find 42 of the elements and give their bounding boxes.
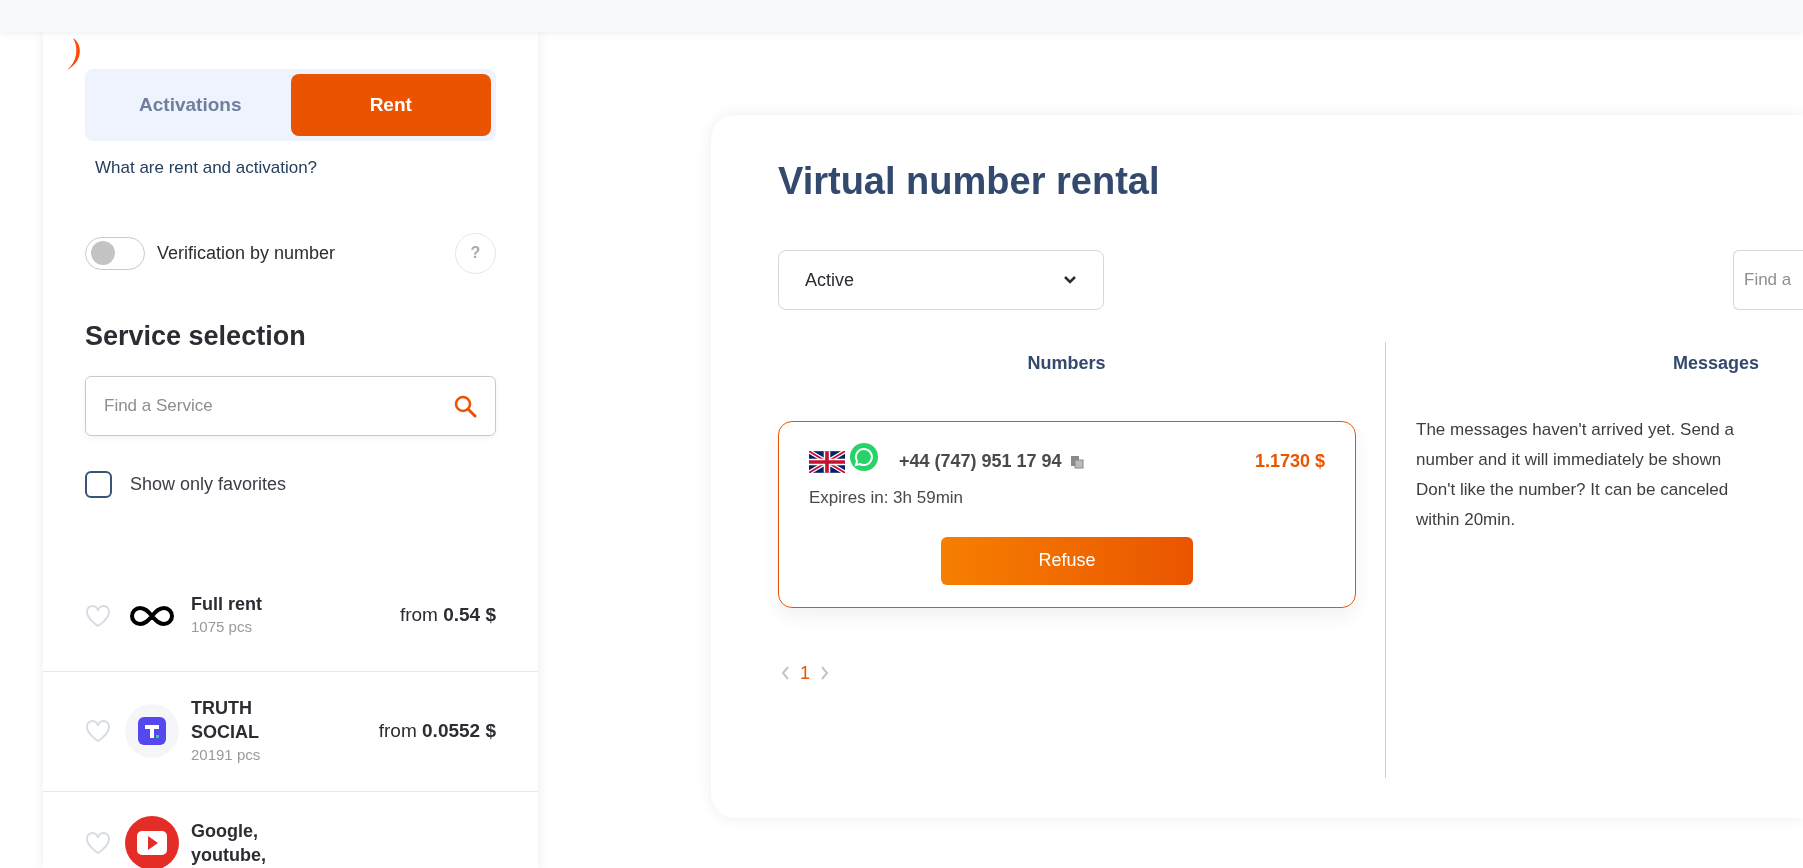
toggle-label: Verification by number <box>157 241 336 265</box>
chat-bubble-icon <box>849 441 879 472</box>
section-title: Service selection <box>85 319 307 353</box>
number-search-input[interactable]: Find a <box>1744 267 1803 293</box>
service-price: from 0.54 $ <box>399 603 496 628</box>
favorites-checkbox[interactable] <box>85 471 112 498</box>
heart-icon[interactable] <box>85 830 111 855</box>
infinity-icon <box>128 603 176 628</box>
phone-number: +44 (747) 951 17 94 <box>899 450 1062 473</box>
service-row[interactable]: Full rent 1075 pcs from 0.54 $ <box>43 560 538 672</box>
service-count: 20191 pcs <box>191 745 262 765</box>
service-search-input[interactable]: Find a Service <box>104 393 453 419</box>
service-price: from 0.0552 $ <box>378 719 496 743</box>
service-row[interactable]: TRUTH SOCIAL 20191 pcs from 0.0552 $ <box>43 672 538 792</box>
page-button[interactable]: 1 <box>800 659 810 687</box>
mode-tab[interactable]: Activations <box>90 74 291 136</box>
page-title: Virtual number rental <box>778 159 1161 204</box>
help-link[interactable]: What are rent and activation? <box>95 155 496 181</box>
number-price: 1.1730 $ <box>1254 450 1325 473</box>
column-header: Messages <box>1672 352 1760 375</box>
uk-flag-icon <box>809 450 845 473</box>
number-search-field[interactable]: Find a <box>1733 250 1803 310</box>
mode-tab[interactable]: Rent <box>290 74 491 136</box>
service-name: Google, youtube, <box>191 819 267 867</box>
messages-placeholder-text: The messages haven't arrived yet. Send a number and it will immediately be shown Don't like the number? It can be canceled within 20min. <box>1416 419 1735 531</box>
status-dropdown[interactable]: Active <box>778 250 1104 310</box>
toggle-switch[interactable] <box>85 236 145 270</box>
service-count: 1075 pcs <box>191 617 253 638</box>
service-row[interactable]: Google, youtube, <box>43 791 538 868</box>
service-search-field[interactable]: Find a Service <box>85 376 496 436</box>
chevron-left-icon[interactable] <box>780 665 790 681</box>
expiry-text: Expires in: 3h 59min <box>809 487 965 509</box>
search-icon <box>453 394 477 418</box>
heart-icon[interactable] <box>85 719 111 744</box>
service-name: Full rent <box>191 593 263 617</box>
chevron-down-icon <box>1063 275 1077 285</box>
copy-icon[interactable] <box>1069 454 1084 469</box>
chevron-right-icon[interactable] <box>820 665 830 681</box>
heart-icon[interactable] <box>85 603 111 628</box>
column-header: Numbers <box>1026 352 1107 375</box>
service-name: TRUTH SOCIAL <box>191 697 260 744</box>
favorites-label: Show only favorites <box>130 473 287 496</box>
